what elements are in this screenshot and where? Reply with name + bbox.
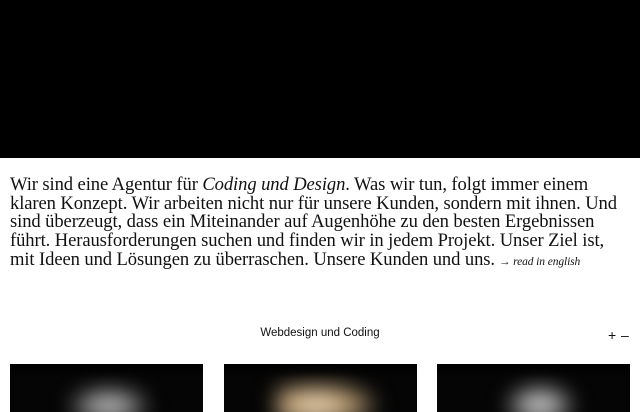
category-label[interactable]: Webdesign und Coding	[0, 327, 640, 339]
category-filter-bar: Webdesign und Coding + –	[0, 325, 640, 345]
project-image-1	[68, 386, 150, 412]
agency-intro: Wir sind eine Agentur für Coding und Des…	[10, 175, 632, 272]
project-grid	[10, 364, 630, 412]
project-thumbnail-1[interactable]	[10, 364, 203, 412]
expand-icon[interactable]: +	[608, 325, 616, 345]
collapse-icon[interactable]: –	[621, 325, 629, 345]
project-image-3	[505, 384, 575, 412]
read-in-english-link[interactable]: → read in english	[499, 256, 580, 268]
project-thumbnail-3[interactable]	[437, 364, 630, 412]
project-thumbnail-2[interactable]	[224, 364, 417, 412]
project-image-2	[276, 382, 376, 412]
hero-image	[0, 0, 640, 158]
